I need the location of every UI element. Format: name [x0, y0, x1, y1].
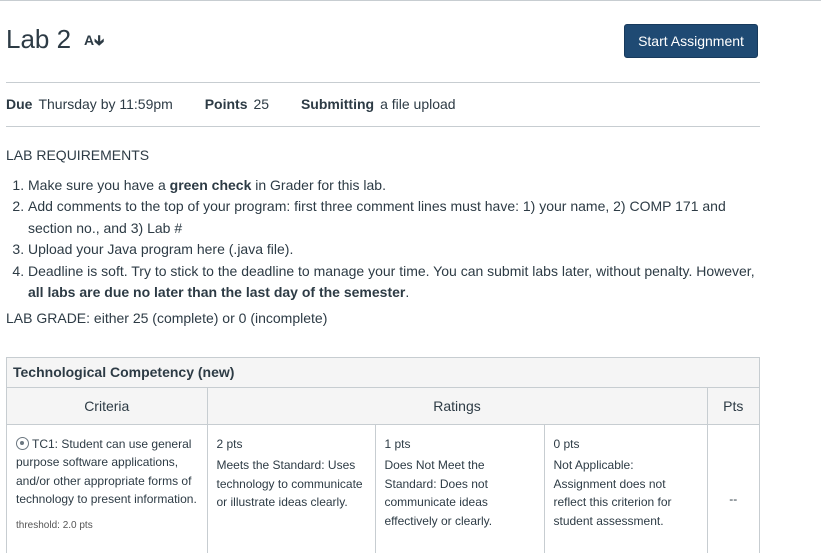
- divider: [6, 126, 760, 127]
- lab-grade-text: LAB GRADE: either 25 (complete) or 0 (in…: [6, 309, 328, 326]
- divider: [6, 82, 760, 83]
- list-item: Deadline is soft. Try to stick to the de…: [28, 261, 766, 304]
- submitting-value: a file upload: [380, 96, 456, 112]
- pts-value: --: [729, 492, 738, 506]
- top-divider: [0, 0, 821, 1]
- list-item: Upload your Java program here (.java fil…: [28, 239, 766, 261]
- criterion-cell: TC1: Student can use general purpose sof…: [7, 424, 208, 553]
- due-value: Thursday by 11:59pm: [38, 96, 173, 112]
- rating-points: 1 pts: [384, 436, 411, 451]
- criterion-text: TC1: Student can use general purpose sof…: [16, 436, 197, 507]
- requirements-list: Make sure you have a green check in Grad…: [28, 175, 766, 304]
- rating-cell: 0 pts Not Applicable: Assignment does no…: [544, 424, 708, 553]
- start-assignment-button[interactable]: Start Assignment: [624, 24, 758, 58]
- points-value: 25: [253, 96, 270, 112]
- rating-description: Does Not Meet the Standard: Does not com…: [384, 458, 493, 528]
- rating-cell: 1 pts Does Not Meet the Standard: Does n…: [375, 424, 545, 553]
- rating-points: 0 pts: [553, 436, 580, 451]
- criteria-header: Criteria: [7, 388, 208, 425]
- outcome-target-icon: [16, 436, 29, 450]
- rubric-title: Technological Competency (new): [7, 358, 759, 388]
- assignment-details: Due Thursday by 11:59pm Points 25 Submitti…: [6, 96, 484, 112]
- assignment-description: LAB REQUIREMENTS Make sure you have a gr…: [6, 145, 766, 329]
- requirements-heading: LAB REQUIREMENTS: [6, 147, 150, 163]
- ratings-header: Ratings: [207, 388, 708, 425]
- table-row: TC1: Student can use general purpose sof…: [7, 424, 759, 553]
- rubric-table: Criteria Ratings Pts TC1: Student can us…: [7, 388, 759, 553]
- submitting-label: Submitting: [300, 96, 375, 112]
- assignment-header: Lab 2 A🡳 Start Assignment: [6, 22, 760, 62]
- due-label: Due: [6, 96, 33, 112]
- points-label: Points: [204, 96, 248, 112]
- rubric: Technological Competency (new) Criteria …: [6, 357, 760, 553]
- rating-cell: 2 pts Meets the Standard: Uses technolog…: [207, 424, 376, 553]
- rating-description: Meets the Standard: Uses technology to c…: [216, 458, 363, 509]
- immersive-reader-icon[interactable]: A🡳: [84, 30, 104, 54]
- rating-description: Not Applicable: Assignment does not refl…: [553, 458, 672, 528]
- criterion-threshold: threshold: 2.0 pts: [16, 519, 93, 531]
- assignment-title: Lab 2: [6, 24, 72, 54]
- list-item: Add comments to the top of your program:…: [28, 196, 766, 239]
- rating-points: 2 pts: [216, 436, 243, 451]
- pts-header: Pts: [707, 388, 759, 425]
- list-item: Make sure you have a green check in Grad…: [28, 175, 766, 197]
